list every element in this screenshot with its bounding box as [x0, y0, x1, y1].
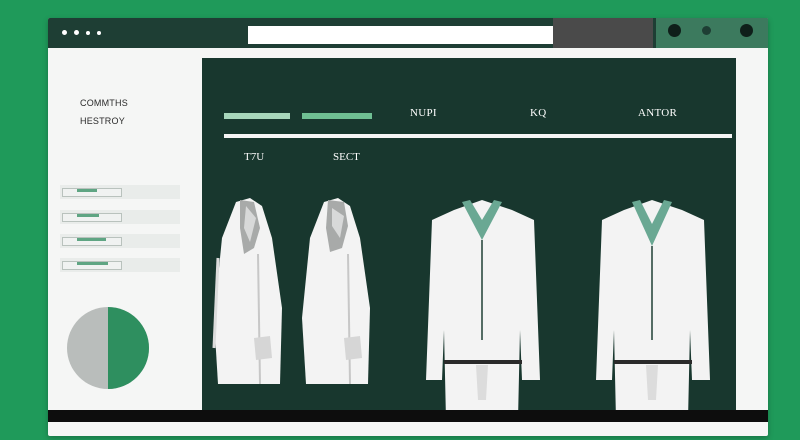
sidebar-item[interactable] [60, 234, 180, 248]
address-bar[interactable] [248, 26, 554, 44]
window-controls [656, 18, 768, 48]
pie-slice-green [108, 307, 149, 389]
sidebar: COMMTHS HESTROY [48, 48, 198, 426]
column-header-1[interactable]: NUPI [410, 107, 437, 119]
white-suit-jacket-image-1[interactable] [424, 200, 542, 420]
sidebar-item-chip [62, 213, 122, 222]
white-coat-image-1[interactable] [210, 198, 284, 384]
maximize-icon[interactable] [702, 26, 711, 35]
column-header-3[interactable]: ANTOR [638, 107, 677, 119]
taskbar-strip [48, 410, 768, 422]
sidebar-item-fill [77, 238, 106, 241]
sidebar-item-chip [62, 237, 122, 246]
sidebar-item-chip [62, 261, 122, 270]
tab-indicator-1[interactable] [224, 113, 290, 119]
white-suit-jacket-image-2[interactable] [594, 200, 712, 420]
header-divider [224, 134, 732, 138]
window-menu-dots[interactable] [62, 30, 101, 35]
sidebar-item[interactable] [60, 258, 180, 272]
dot-icon [62, 30, 67, 35]
sidebar-item[interactable] [60, 185, 180, 199]
sidebar-brand-line-2: HESTROY [80, 116, 125, 126]
browser-window: COMMTHS HESTROY NUPI KQ ANTOR T7U SECT [48, 18, 768, 436]
main-panel: NUPI KQ ANTOR T7U SECT [202, 58, 736, 420]
product-label-2: SECT [333, 151, 360, 163]
column-header-2[interactable]: KQ [530, 107, 547, 119]
product-label-1: T7U [244, 151, 265, 163]
sidebar-item-chip [62, 188, 122, 197]
dot-icon [74, 30, 79, 35]
sidebar-brand-line-1: COMMTHS [80, 98, 128, 108]
close-icon[interactable] [740, 24, 753, 37]
title-bar-tab[interactable] [553, 18, 653, 48]
sidebar-item-fill [77, 189, 97, 192]
sidebar-item-fill [77, 262, 108, 265]
sidebar-item[interactable] [60, 210, 180, 224]
dot-icon [97, 31, 101, 35]
minimize-icon[interactable] [668, 24, 681, 37]
pie-chart [67, 307, 149, 389]
tab-indicator-2[interactable] [302, 113, 372, 119]
dot-icon [86, 31, 90, 35]
sidebar-item-fill [77, 214, 99, 217]
white-coat-image-2[interactable] [298, 198, 372, 384]
title-bar [48, 18, 768, 48]
